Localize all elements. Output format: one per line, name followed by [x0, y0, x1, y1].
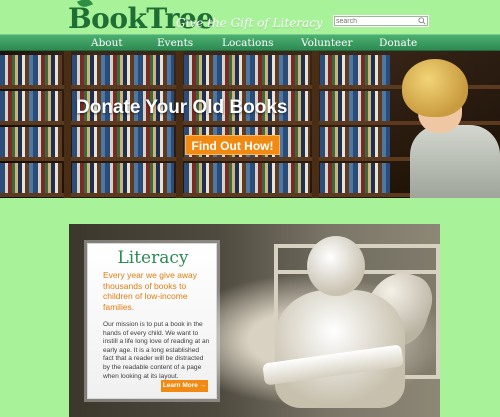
- search-input[interactable]: [336, 16, 414, 26]
- learn-more-button[interactable]: Learn More →: [161, 380, 208, 392]
- literacy-card: Literacy Every year we give away thousan…: [87, 243, 217, 399]
- shelf-divider: [176, 51, 183, 198]
- nav-about[interactable]: About: [91, 36, 123, 51]
- search-box[interactable]: [333, 15, 429, 27]
- statue-head-image: [307, 236, 365, 296]
- nav-locations[interactable]: Locations: [222, 36, 274, 51]
- shelf-divider: [64, 51, 71, 198]
- nav-events[interactable]: Events: [157, 36, 193, 51]
- site-header: BookTree Give the Gift of Literacy: [0, 0, 500, 35]
- child-reading-photo: [388, 59, 500, 198]
- nav-volunteer[interactable]: Volunteer: [301, 36, 353, 51]
- card-body: Our mission is to put a book in the hand…: [103, 321, 210, 380]
- site-tagline: Give the Gift of Literacy: [176, 16, 323, 30]
- shelf-divider: [312, 51, 319, 198]
- find-out-how-button[interactable]: Find Out How!: [185, 135, 280, 155]
- search-icon[interactable]: [418, 17, 426, 25]
- nav-donate[interactable]: Donate: [379, 36, 417, 51]
- card-title: Literacy: [117, 248, 189, 268]
- hero-banner: [0, 51, 500, 198]
- main-navigation: About Events Locations Volunteer Donate: [0, 34, 500, 51]
- hero-title: Donate Your Old Books: [76, 97, 288, 118]
- card-lead: Every year we give away thousands of boo…: [103, 270, 198, 312]
